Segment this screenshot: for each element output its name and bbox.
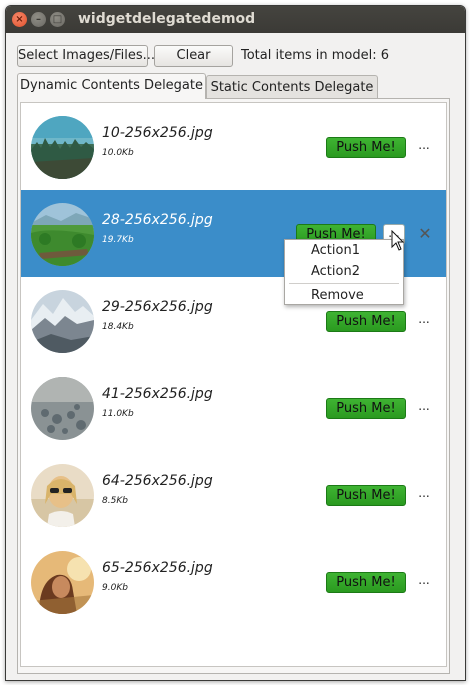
remove-x-icon[interactable]: ✕ <box>417 226 433 242</box>
more-button[interactable]: ... <box>413 398 435 419</box>
item-list[interactable]: 10-256x256.jpg 10.0Kb Push Me! ... 28-25… <box>20 102 447 667</box>
file-size: 10.0Kb <box>102 148 134 158</box>
file-name: 29-256x256.jpg <box>102 299 213 315</box>
push-me-button[interactable]: Push Me! <box>326 485 406 506</box>
file-size: 11.0Kb <box>102 409 134 419</box>
thumbnail-woman-sunglasses <box>31 464 94 527</box>
select-images-button[interactable]: Select Images/Files... <box>17 45 155 67</box>
tab-dynamic-contents[interactable]: Dynamic Contents Delegate <box>17 73 206 99</box>
window-title: widgetdelegatedemod <box>78 11 256 27</box>
thumbnail-water-drops <box>31 377 94 440</box>
file-name: 28-256x256.jpg <box>102 212 213 228</box>
push-me-button[interactable]: Push Me! <box>326 572 406 593</box>
push-me-button[interactable]: Push Me! <box>326 311 406 332</box>
more-button[interactable]: ... <box>413 137 435 158</box>
push-me-button[interactable]: Push Me! <box>326 398 406 419</box>
tab-panel: 10-256x256.jpg 10.0Kb Push Me! ... 28-25… <box>17 98 450 674</box>
list-item[interactable]: 65-256x256.jpg 9.0Kb Push Me! ... <box>21 538 446 625</box>
total-items-label: Total items in model: 6 <box>241 48 390 63</box>
menu-separator <box>289 283 399 284</box>
list-item[interactable]: 41-256x256.jpg 11.0Kb Push Me! ... <box>21 364 446 451</box>
file-size: 9.0Kb <box>102 583 128 593</box>
maximize-icon[interactable]: □ <box>50 12 65 27</box>
file-size: 19.7Kb <box>102 235 134 245</box>
minimize-icon[interactable]: – <box>31 12 46 27</box>
file-size: 18.4Kb <box>102 322 134 332</box>
more-button[interactable]: ... <box>413 572 435 593</box>
file-name: 41-256x256.jpg <box>102 386 213 402</box>
mouse-cursor-icon <box>391 230 405 251</box>
title-bar[interactable]: × – □ widgetdelegatedemod <box>6 6 465 33</box>
more-button[interactable]: ... <box>413 485 435 506</box>
thumbnail-green-valley <box>31 203 94 266</box>
file-name: 64-256x256.jpg <box>102 473 213 489</box>
list-item[interactable]: 10-256x256.jpg 10.0Kb Push Me! ... <box>21 103 446 190</box>
tab-static-contents[interactable]: Static Contents Delegate <box>206 75 378 100</box>
app-window: × – □ widgetdelegatedemod Select Images/… <box>5 5 466 681</box>
more-button[interactable]: ... <box>413 311 435 332</box>
context-menu: Action1 Action2 Remove <box>284 239 404 305</box>
menu-item-remove[interactable]: Remove <box>285 286 403 306</box>
menu-item-action1[interactable]: Action1 <box>285 241 403 261</box>
menu-item-action2[interactable]: Action2 <box>285 262 403 282</box>
file-name: 65-256x256.jpg <box>102 560 213 576</box>
thumbnail-forest <box>31 116 94 179</box>
file-name: 10-256x256.jpg <box>102 125 213 141</box>
thumbnail-snowy-mountains <box>31 290 94 353</box>
push-me-button[interactable]: Push Me! <box>326 137 406 158</box>
close-icon[interactable]: × <box>12 12 27 27</box>
list-item[interactable]: 64-256x256.jpg 8.5Kb Push Me! ... <box>21 451 446 538</box>
file-size: 8.5Kb <box>102 496 128 506</box>
thumbnail-woman-sunset <box>31 551 94 614</box>
clear-button[interactable]: Clear <box>154 45 233 67</box>
